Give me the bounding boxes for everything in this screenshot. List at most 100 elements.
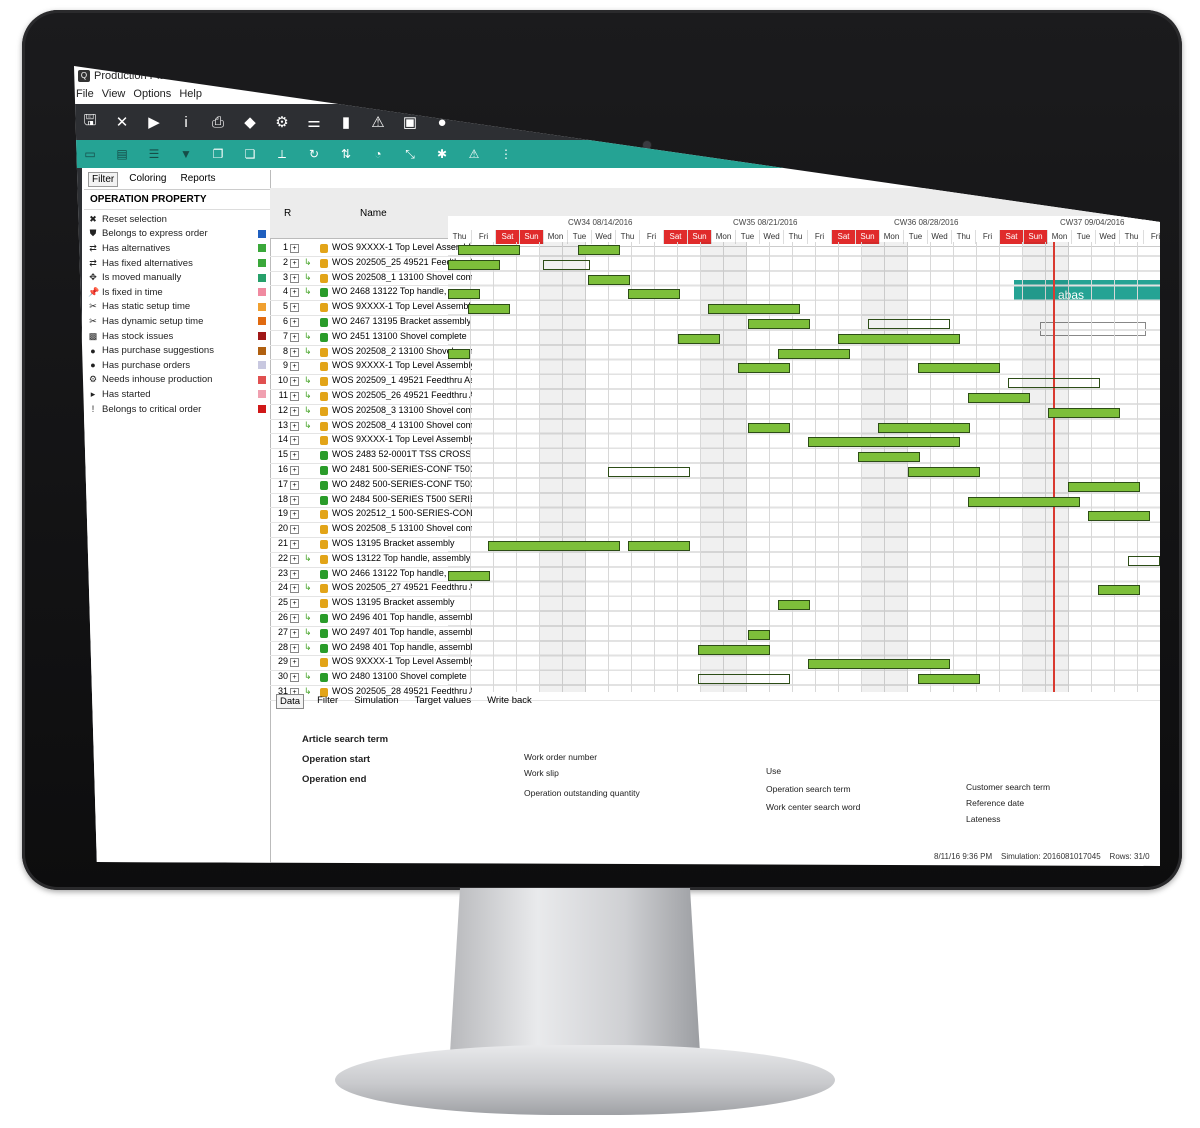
filter-icon[interactable]: ▼ [170, 141, 202, 167]
expand-icon[interactable]: + [290, 628, 299, 638]
expand-icon[interactable]: + [290, 569, 299, 579]
property-item[interactable]: 📌 Is fixed in time [88, 285, 266, 300]
property-item[interactable]: ⇄ Has fixed alternatives [88, 256, 266, 271]
gantt-bar[interactable] [678, 333, 720, 344]
expand-icon[interactable]: + [290, 465, 299, 475]
expand-icon[interactable]: + [290, 510, 299, 520]
collapse-icon[interactable]: ⤡ [394, 141, 426, 167]
menu-file[interactable]: File [76, 88, 94, 100]
expand-icon[interactable]: + [290, 495, 299, 505]
color-swatch[interactable] [258, 288, 266, 297]
expand-icon[interactable]: + [290, 347, 299, 357]
property-item[interactable]: ⛊ Belongs to express order [88, 227, 266, 242]
close-icon[interactable]: ✕ [106, 106, 138, 138]
tab-write-back[interactable]: Write back [484, 694, 535, 709]
expand-icon[interactable]: + [290, 288, 299, 298]
color-swatch[interactable] [258, 405, 266, 414]
expand-icon[interactable]: + [290, 584, 299, 594]
link-icon[interactable]: ⟂ [266, 141, 298, 167]
expand-icon[interactable]: + [290, 525, 299, 535]
warning-icon[interactable]: ⚠ [458, 141, 490, 167]
ruler-icon[interactable]: ⋮ [490, 141, 522, 167]
gantt-bar[interactable] [858, 452, 920, 463]
tab-reports[interactable]: Reports [177, 172, 218, 187]
color-swatch[interactable] [258, 361, 266, 370]
print-icon[interactable]: ⎙ [202, 106, 234, 138]
property-item[interactable]: ⚙ Needs inhouse production [88, 373, 266, 388]
gantt-bar[interactable] [918, 363, 1000, 374]
expand-icon[interactable]: + [290, 554, 299, 564]
color-swatch[interactable] [258, 229, 266, 238]
gantt-bar[interactable] [448, 289, 480, 300]
gantt-bar[interactable] [778, 348, 850, 359]
expand-icon[interactable]: + [290, 332, 299, 342]
color-swatch[interactable] [258, 302, 266, 311]
tab-target-values[interactable]: Target values [412, 694, 475, 709]
gantt-bar[interactable] [738, 363, 790, 374]
property-item[interactable]: ⇄ Has alternatives [88, 241, 266, 256]
bar-chart-icon[interactable]: ▮ [330, 106, 362, 138]
gantt-bar[interactable] [698, 644, 770, 655]
expand-icon[interactable]: + [290, 244, 299, 253]
expand-icon[interactable]: + [290, 377, 299, 387]
gantt-bar[interactable] [698, 674, 790, 685]
column-name-header[interactable]: Name [360, 208, 387, 219]
gantt-bar[interactable] [778, 600, 810, 611]
property-item[interactable]: ✥ Is moved manually [88, 270, 266, 285]
gantt-bar[interactable] [838, 333, 960, 344]
expand-icon[interactable]: + [290, 273, 299, 283]
color-swatch[interactable] [258, 390, 266, 399]
gantt-bar[interactable] [588, 274, 630, 285]
gantt-bar[interactable] [458, 245, 520, 255]
color-swatch[interactable] [258, 259, 266, 268]
gantt-bar[interactable] [1088, 511, 1150, 522]
gantt-bar[interactable] [878, 422, 970, 433]
gantt-bar[interactable] [543, 259, 590, 270]
expand-icon[interactable]: + [290, 658, 299, 668]
expand-icon[interactable]: + [290, 480, 299, 490]
expand-icon[interactable]: + [290, 421, 299, 431]
gantt-bar[interactable] [448, 570, 490, 581]
expand-icon[interactable]: + [290, 317, 299, 327]
gantt-chart[interactable] [448, 242, 1160, 692]
expand-icon[interactable]: + [290, 258, 299, 268]
gantt-bar[interactable] [488, 541, 620, 551]
menu-help[interactable]: Help [179, 88, 202, 100]
color-swatch[interactable] [258, 273, 266, 282]
gantt-bar[interactable] [748, 422, 790, 433]
gantt-bar[interactable] [1068, 481, 1140, 492]
tab-simulation[interactable]: Simulation [351, 694, 401, 709]
property-item[interactable]: ✖ Reset selection [88, 212, 266, 227]
gantt-bar[interactable] [748, 319, 810, 329]
expand-icon[interactable]: + [290, 362, 299, 372]
gantt-bar[interactable] [448, 348, 470, 359]
expand-icon[interactable]: + [290, 451, 299, 461]
settings-icon[interactable]: ✱ [426, 141, 458, 167]
gantt-bar[interactable] [1048, 407, 1120, 418]
gantt-bar[interactable] [908, 467, 980, 477]
property-item[interactable]: ● Has purchase suggestions [88, 343, 266, 358]
cube-icon[interactable]: ◆ [234, 106, 266, 138]
gantt-bar[interactable] [628, 289, 680, 300]
copy-icon[interactable]: ❐ [202, 141, 234, 167]
settings-sliders-icon[interactable]: ⚌ [298, 106, 330, 138]
expand-icon[interactable]: + [290, 673, 299, 683]
tab-filter[interactable]: Filter [88, 172, 119, 187]
info-icon[interactable]: i [170, 106, 202, 138]
expand-icon[interactable]: + [290, 436, 299, 446]
property-item[interactable]: ! Belongs to critical order [88, 402, 266, 417]
column-r-header[interactable]: R [284, 208, 291, 219]
gantt-bar[interactable] [1008, 378, 1100, 389]
property-item[interactable]: ✂ Has static setup time [88, 300, 266, 315]
gantt-bar[interactable] [608, 467, 690, 477]
gantt-bar[interactable] [578, 245, 620, 255]
table-icon[interactable]: ▤ [106, 141, 138, 167]
list-icon[interactable]: ☰ [138, 141, 170, 167]
refresh-icon[interactable]: ↻ [298, 141, 330, 167]
expand-icon[interactable]: + [290, 643, 299, 653]
expand-icon[interactable]: + [290, 391, 299, 401]
gantt-bar[interactable] [808, 659, 950, 670]
gantt-bar[interactable] [918, 674, 980, 685]
expand-icon[interactable]: + [290, 613, 299, 623]
gantt-bar[interactable] [708, 304, 800, 315]
